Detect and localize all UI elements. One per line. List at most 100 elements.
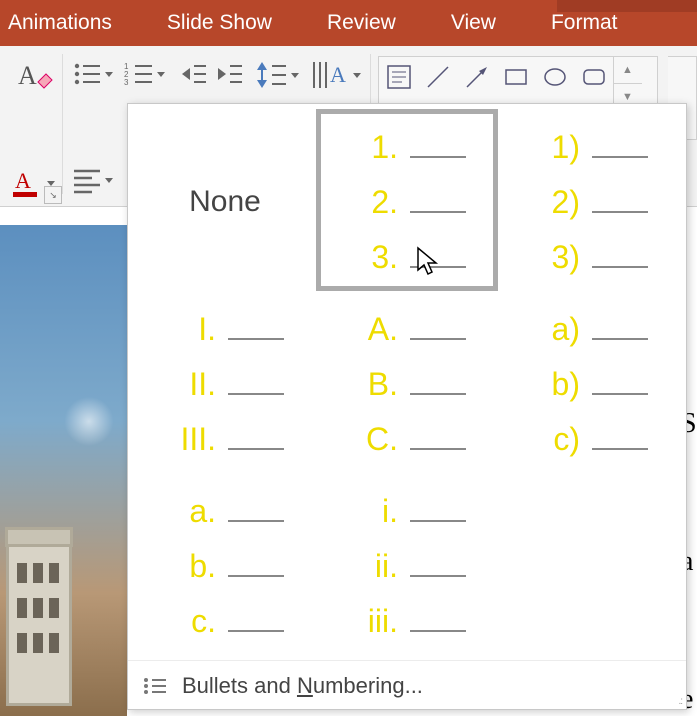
tab-slide-show[interactable]: Slide Show xyxy=(167,11,272,35)
placeholder-line xyxy=(410,211,466,213)
placeholder-line xyxy=(592,211,648,213)
num-label: C. xyxy=(348,421,398,458)
num-label: c. xyxy=(166,603,216,640)
shape-rectangle[interactable] xyxy=(498,59,534,95)
num-label: I. xyxy=(166,311,216,348)
placeholder-line xyxy=(228,630,284,632)
tab-animations[interactable]: Animations xyxy=(8,11,112,35)
num-label: i. xyxy=(348,493,398,530)
placeholder-line xyxy=(410,266,466,268)
numbering-option-lower-alpha-paren[interactable]: a) b) c) xyxy=(499,292,679,472)
increase-indent-icon xyxy=(214,60,244,88)
shape-line[interactable] xyxy=(420,59,456,95)
num-label: 3. xyxy=(348,239,398,276)
font-color-icon: A xyxy=(10,166,44,200)
placeholder-line xyxy=(410,156,466,158)
align-left-icon xyxy=(72,166,102,194)
num-label: a) xyxy=(530,311,580,348)
placeholder-line xyxy=(228,520,284,522)
bullets-icon xyxy=(142,675,168,697)
shape-oval[interactable] xyxy=(537,59,573,95)
placeholder-line xyxy=(410,448,466,450)
bullets-and-numbering-link[interactable]: Bullets and Numbering... .: xyxy=(128,660,686,709)
shape-textbox[interactable] xyxy=(381,59,417,95)
numbering-option-lower-alpha-period[interactable]: a. b. c. xyxy=(135,474,315,654)
placeholder-line xyxy=(410,520,466,522)
footer-text: Bullets and Numbering... xyxy=(182,673,423,699)
text-direction-icon: A xyxy=(310,58,350,92)
num-label: ii. xyxy=(348,548,398,585)
chevron-down-icon[interactable] xyxy=(352,68,362,82)
placeholder-line xyxy=(410,393,466,395)
none-label: None xyxy=(189,185,261,219)
svg-text:A: A xyxy=(15,168,31,193)
line-spacing-icon xyxy=(254,60,288,90)
chevron-down-icon[interactable] xyxy=(290,68,300,82)
numbering-option-blank[interactable] xyxy=(499,474,679,654)
tab-format[interactable]: Format xyxy=(551,11,618,35)
placeholder-line xyxy=(592,448,648,450)
chevron-down-icon[interactable] xyxy=(104,173,114,187)
shape-rounded-rect[interactable] xyxy=(576,59,612,95)
num-label: a. xyxy=(166,493,216,530)
placeholder-line xyxy=(410,575,466,577)
numbering-option-lower-roman[interactable]: i. ii. iii. xyxy=(317,474,497,654)
num-label: II. xyxy=(166,366,216,403)
decrease-indent-icon xyxy=(178,60,208,88)
chevron-down-icon[interactable] xyxy=(104,67,114,81)
resize-grip-icon[interactable]: .: xyxy=(678,696,682,707)
placeholder-line xyxy=(228,338,284,340)
numbering-icon: 1 2 3 xyxy=(124,60,154,88)
placeholder-line xyxy=(592,393,648,395)
num-label: b. xyxy=(166,548,216,585)
eraser-letter-icon: A xyxy=(16,60,54,92)
decrease-indent-button[interactable] xyxy=(178,60,208,88)
placeholder-line xyxy=(592,266,648,268)
numbering-option-upper-roman[interactable]: I. II. III. xyxy=(135,292,315,472)
shape-arrow-line[interactable] xyxy=(459,59,495,95)
placeholder-line xyxy=(228,393,284,395)
placeholder-line xyxy=(228,575,284,577)
placeholder-line xyxy=(592,338,648,340)
gallery-scroll-up[interactable]: ▲ xyxy=(614,57,642,84)
text-direction-button[interactable]: A xyxy=(310,58,362,92)
num-label: 1) xyxy=(530,129,580,166)
placeholder-line xyxy=(592,156,648,158)
num-label: iii. xyxy=(348,603,398,640)
chevron-down-icon[interactable] xyxy=(156,67,166,81)
num-label: c) xyxy=(530,421,580,458)
numbering-option-num-paren[interactable]: 1) 2) 3) xyxy=(499,110,679,290)
increase-indent-button[interactable] xyxy=(214,60,244,88)
placeholder-line xyxy=(410,630,466,632)
numbering-option-upper-alpha[interactable]: A. B. C. xyxy=(317,292,497,472)
align-left-button[interactable] xyxy=(72,166,114,194)
bullets-button[interactable] xyxy=(72,60,114,88)
num-label: 2. xyxy=(348,184,398,221)
numbering-option-none[interactable]: None xyxy=(135,110,315,290)
slide-thumbnail-sliver xyxy=(0,225,127,716)
line-spacing-button[interactable] xyxy=(254,60,300,90)
title-bar-overlay xyxy=(557,0,697,12)
tab-view[interactable]: View xyxy=(451,11,496,35)
svg-text:A: A xyxy=(18,61,37,90)
svg-text:3: 3 xyxy=(124,78,129,87)
numbering-options-grid: None 1. 2. 3. 1) 2) 3) I. II. III. A. B.… xyxy=(128,104,686,660)
num-label: 3) xyxy=(530,239,580,276)
placeholder-line xyxy=(228,448,284,450)
svg-text:A: A xyxy=(330,62,346,87)
num-label: A. xyxy=(348,311,398,348)
num-label: III. xyxy=(166,421,216,458)
group-separator xyxy=(62,54,63,194)
tab-review[interactable]: Review xyxy=(327,11,396,35)
bullets-icon xyxy=(72,60,102,88)
thumbnail-building-graphic xyxy=(6,540,72,706)
numbering-button[interactable]: 1 2 3 xyxy=(124,60,166,88)
num-label: 1. xyxy=(348,129,398,166)
clear-formatting-button[interactable]: A xyxy=(16,60,54,92)
ribbon-tab-bar: Animations Slide Show Review View Format xyxy=(0,0,697,46)
font-dialog-launcher[interactable]: ↘ xyxy=(44,186,62,204)
num-label: b) xyxy=(530,366,580,403)
placeholder-line xyxy=(410,338,466,340)
numbering-option-num-period[interactable]: 1. 2. 3. xyxy=(317,110,497,290)
num-label: B. xyxy=(348,366,398,403)
